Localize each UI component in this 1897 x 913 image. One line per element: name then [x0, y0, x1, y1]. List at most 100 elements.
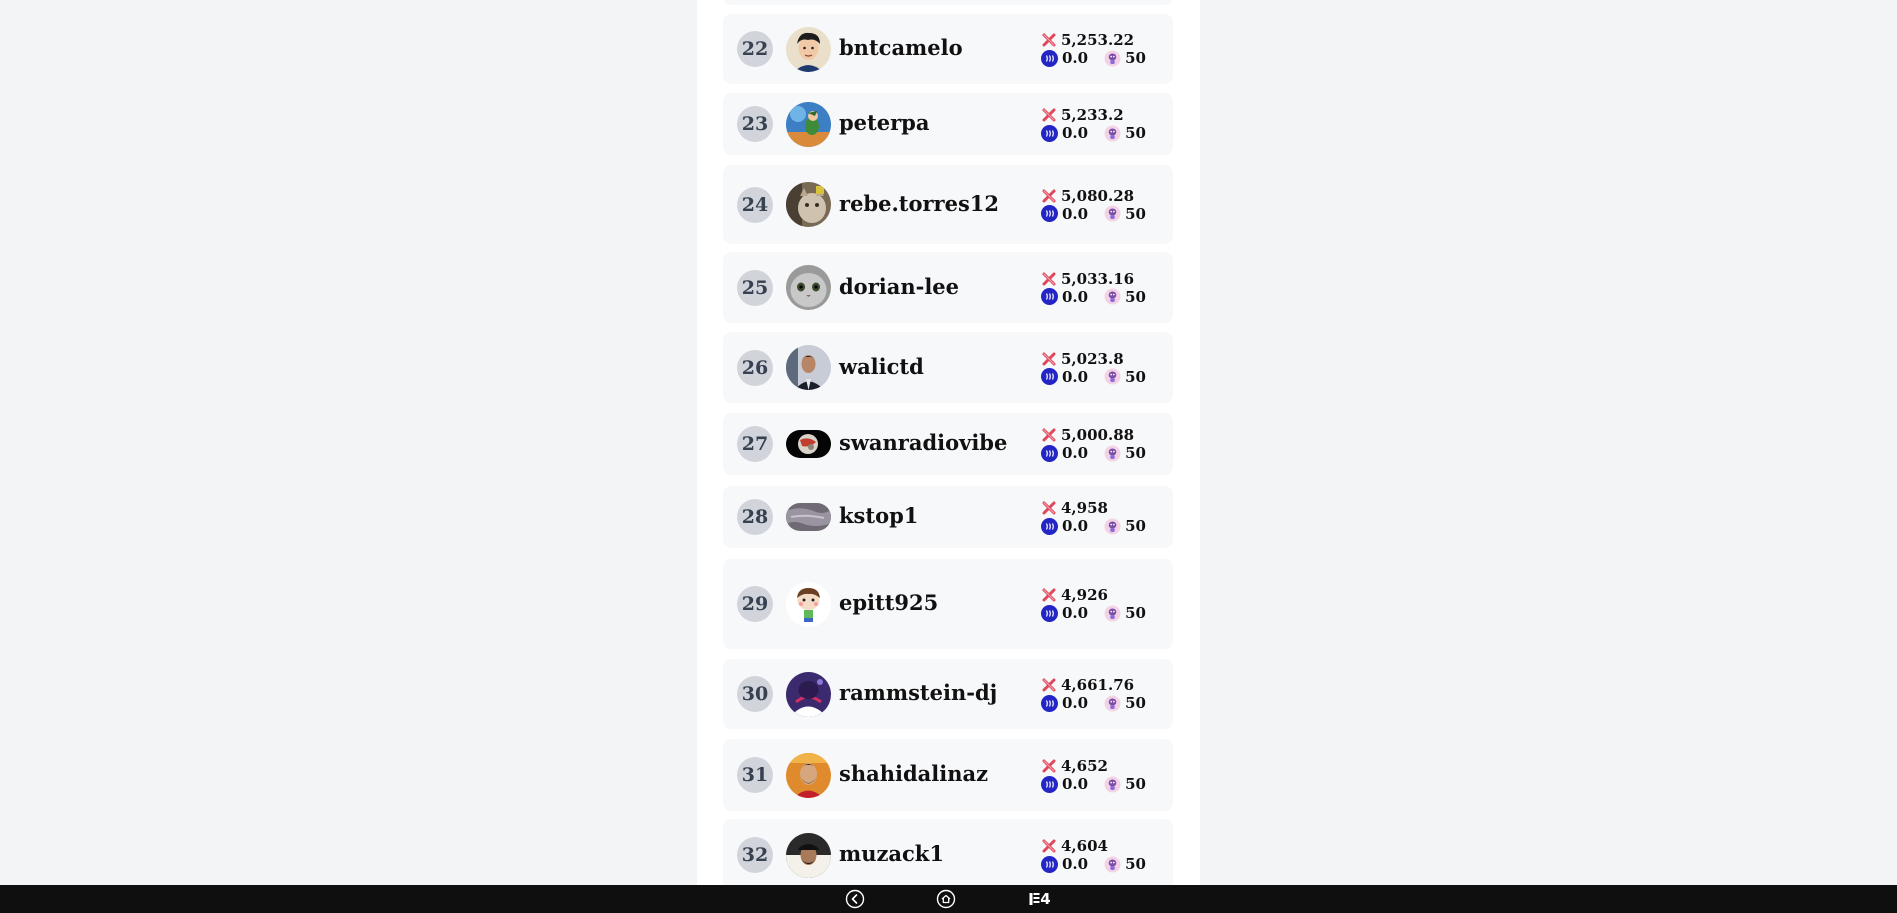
user-stats: 4,958 0.0 50: [1041, 499, 1161, 535]
leaderboard-row[interactable]: 28 kstop1 4,958 0.0 50: [723, 486, 1173, 548]
back-button[interactable]: [843, 889, 867, 909]
pet-icon: [1104, 205, 1121, 222]
steem-coin-icon: [1041, 49, 1058, 67]
rank-badge: 24: [737, 186, 773, 223]
user-avatar[interactable]: [786, 671, 831, 717]
leaderboard-row[interactable]: 32 muzack1 4,604 0.0 50: [723, 819, 1173, 891]
username[interactable]: bntcamelo: [839, 35, 963, 60]
rank-badge: 30: [737, 676, 773, 712]
pet-icon: [1104, 125, 1121, 141]
user-avatar[interactable]: [786, 430, 831, 458]
username[interactable]: rebe.torres12: [839, 191, 999, 216]
user-avatar[interactable]: [786, 101, 831, 147]
steem-coin-icon: [1041, 517, 1058, 535]
user-avatar[interactable]: [786, 752, 831, 798]
tabs-button[interactable]: 4: [1025, 889, 1055, 909]
user-avatar[interactable]: [786, 832, 831, 878]
steem-value: 0.0: [1062, 604, 1089, 622]
leaderboard-row[interactable]: 25 dorian-lee 5,033.16 0.0 50: [723, 252, 1173, 323]
score-value: 4,652: [1061, 757, 1108, 775]
score-value: 5,033.16: [1061, 269, 1135, 288]
steem-value: 0.0: [1062, 444, 1089, 462]
score-line: 5,080.28: [1041, 187, 1161, 205]
score-x-icon: [1042, 428, 1056, 442]
score-line: 5,033.16: [1041, 270, 1161, 288]
balance-line: 0.0 50: [1041, 855, 1161, 873]
user-stats: 5,080.28 0.0 50: [1041, 187, 1161, 223]
steem-value: 0.0: [1062, 49, 1089, 67]
score-x-icon: [1042, 678, 1056, 692]
rank-badge: 29: [737, 586, 773, 622]
pets-value: 50: [1125, 49, 1146, 67]
balance-line: 0.0 50: [1041, 124, 1161, 142]
score-x-icon: [1042, 189, 1056, 202]
username[interactable]: shahidalinaz: [839, 761, 988, 786]
pets-value: 50: [1125, 124, 1146, 142]
steem-coin-icon: [1041, 855, 1058, 873]
score-x-icon: [1042, 33, 1056, 47]
user-avatar[interactable]: [786, 26, 831, 72]
steem-value: 0.0: [1062, 517, 1089, 535]
leaderboard-row-partial[interactable]: [723, 0, 1173, 5]
home-button[interactable]: [934, 889, 958, 909]
leaderboard-row[interactable]: 23 peterpa 5,233.2 0.0 50: [723, 93, 1173, 155]
rank-badge: 27: [737, 426, 773, 462]
score-x-icon: [1042, 588, 1056, 602]
steem-coin-icon: [1041, 694, 1058, 712]
username[interactable]: walictd: [839, 354, 924, 379]
leaderboard-row[interactable]: 22 bntcamelo 5,253.22 0.0 50: [723, 14, 1173, 84]
pet-icon: [1104, 445, 1121, 461]
leaderboard-row[interactable]: 29 epitt925 4,926 0.0 50: [723, 559, 1173, 649]
score-value: 4,661.76: [1061, 676, 1135, 694]
score-x-icon: [1042, 839, 1056, 853]
steem-value: 0.0: [1062, 775, 1089, 793]
steem-value: 0.0: [1062, 855, 1089, 873]
username[interactable]: rammstein-dj: [839, 680, 997, 705]
user-stats: 5,233.2 0.0 50: [1041, 106, 1161, 142]
user-avatar[interactable]: [786, 503, 831, 531]
leaderboard-row[interactable]: 24 rebe.torres12 5,080.28 0.0 50: [723, 165, 1173, 244]
username[interactable]: muzack1: [839, 841, 944, 866]
rank-badge: 32: [737, 837, 773, 873]
pets-value: 50: [1125, 444, 1146, 462]
leaderboard-row[interactable]: 26 walictd 5,023.8 0.0 50: [723, 332, 1173, 403]
pets-value: 50: [1125, 204, 1146, 223]
username[interactable]: dorian-lee: [839, 274, 959, 299]
balance-line: 0.0 50: [1041, 368, 1161, 386]
username[interactable]: swanradiovibe: [839, 430, 1007, 455]
score-value: 5,233.2: [1061, 106, 1124, 124]
username[interactable]: kstop1: [839, 503, 918, 528]
leaderboard-panel: 22 bntcamelo 5,253.22 0.0 50 23 peterpa 5,233.2…: [697, 0, 1200, 913]
pet-icon: [1104, 288, 1121, 305]
rank-badge: 26: [737, 349, 773, 386]
user-stats: 4,661.76 0.0 50: [1041, 676, 1161, 712]
pets-value: 50: [1125, 367, 1146, 386]
score-line: 5,253.22: [1041, 31, 1161, 49]
score-value: 5,253.22: [1061, 31, 1135, 49]
user-stats: 5,253.22 0.0 50: [1041, 31, 1161, 67]
score-line: 5,233.2: [1041, 106, 1161, 124]
pets-value: 50: [1125, 517, 1146, 535]
steem-coin-icon: [1041, 444, 1058, 462]
user-avatar[interactable]: [786, 581, 831, 627]
user-avatar[interactable]: [786, 345, 831, 390]
user-avatar[interactable]: [786, 265, 831, 310]
steem-coin-icon: [1041, 288, 1058, 305]
username[interactable]: peterpa: [839, 110, 929, 135]
pet-icon: [1104, 776, 1121, 792]
pets-value: 50: [1125, 855, 1146, 873]
rank-badge: 22: [737, 31, 773, 67]
user-avatar[interactable]: [786, 182, 831, 227]
leaderboard-row[interactable]: 30 rammstein-dj 4,661.76 0.0 50: [723, 659, 1173, 729]
leaderboard-row[interactable]: 27 swanradiovibe 5,000.88 0.0 50: [723, 413, 1173, 475]
pet-icon: [1104, 518, 1121, 534]
leaderboard-row[interactable]: 31 shahidalinaz 4,652 0.0 50: [723, 739, 1173, 811]
balance-line: 0.0 50: [1041, 775, 1161, 793]
score-line: 4,661.76: [1041, 676, 1161, 694]
steem-coin-icon: [1041, 205, 1058, 222]
username[interactable]: epitt925: [839, 590, 938, 615]
rank-badge: 31: [737, 757, 773, 793]
pet-icon: [1104, 605, 1121, 621]
bottom-navigation-bar: 4: [0, 885, 1897, 913]
balance-line: 0.0 50: [1041, 205, 1161, 223]
